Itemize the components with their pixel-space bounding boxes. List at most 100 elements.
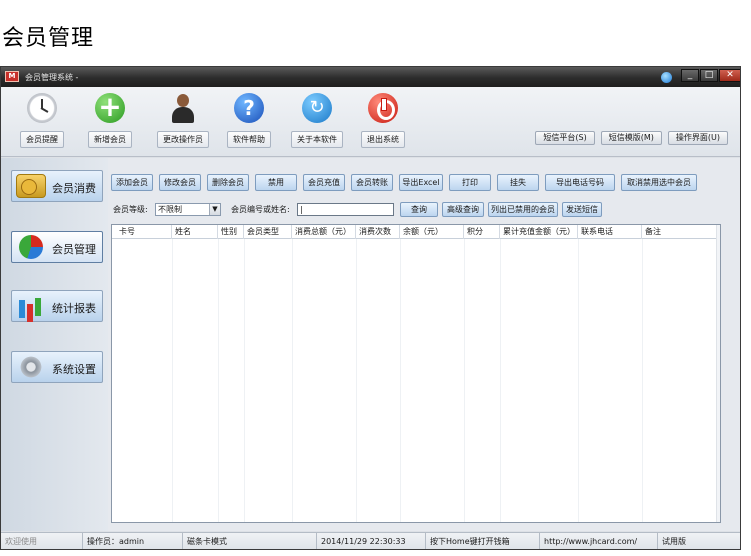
pie-chart-icon — [19, 235, 43, 259]
column-header[interactable]: 备注 — [642, 225, 716, 239]
window-title: 会员管理系统 - — [25, 73, 79, 82]
page-heading: 会员管理 — [2, 26, 95, 51]
column-divider — [244, 239, 245, 522]
column-header[interactable]: 会员类型 — [244, 225, 292, 239]
column-divider — [218, 239, 219, 522]
edit-member-button[interactable]: 修改会员 — [159, 174, 201, 191]
main-panel: 添加会员 修改会员 删除会员 禁用 会员充值 会员转账 导出Excel 打印 挂… — [108, 158, 740, 531]
column-header[interactable]: 联系电话 — [578, 225, 642, 239]
disable-button[interactable]: 禁用 — [255, 174, 297, 191]
gear-icon — [19, 355, 43, 379]
operation-ui-button[interactable]: 操作界面(U) — [667, 131, 728, 145]
enable-selected-button[interactable]: 取消禁用选中会员 — [621, 174, 697, 191]
status-card-mode: 磁条卡模式 — [183, 533, 317, 549]
status-url[interactable]: http://www.jhcard.com/ — [540, 533, 658, 549]
title-bar[interactable]: M 会员管理系统 - _ □ ✕ — [1, 67, 740, 87]
status-operator: 操作员：admin — [83, 533, 183, 549]
toolbar-label: 关于本软件 — [291, 131, 343, 148]
advanced-query-button[interactable]: 高级查询 — [442, 202, 484, 217]
window-controls: _ □ ✕ — [681, 69, 740, 82]
close-button[interactable]: ✕ — [719, 69, 740, 82]
vertical-scrollbar[interactable] — [716, 225, 720, 522]
table-header: 卡号 姓名 性别 会员类型 消费总额（元） 消费次数 余额（元） 积分 累计充值… — [112, 225, 720, 239]
chevron-down-icon[interactable]: ▼ — [209, 204, 220, 215]
app-logo-icon: M — [5, 71, 19, 82]
toolbar-label: 软件帮助 — [227, 131, 271, 148]
member-recharge-button[interactable]: 会员充值 — [303, 174, 345, 191]
sidebar-item-label: 会员管理 — [52, 243, 96, 256]
member-level-value: 不限制 — [158, 205, 182, 214]
status-bar: 欢迎使用 操作员：admin 磁条卡模式 2014/11/29 22:30:33… — [1, 532, 740, 549]
toolbar-label: 新增会员 — [88, 131, 132, 148]
status-datetime: 2014/11/29 22:30:33 — [317, 533, 426, 549]
search-label: 会员编号或姓名: — [231, 205, 290, 214]
power-icon — [368, 93, 398, 123]
column-header[interactable]: 余额（元） — [400, 225, 464, 239]
clock-icon — [27, 93, 57, 123]
sidebar-item-member-consume[interactable]: 会员消费 — [11, 170, 103, 202]
column-divider — [642, 239, 643, 522]
status-edition: 试用版 — [662, 537, 686, 546]
column-divider — [292, 239, 293, 522]
column-header[interactable]: 性别 — [218, 225, 244, 239]
column-divider — [356, 239, 357, 522]
sidebar-item-label: 系统设置 — [52, 363, 96, 376]
toolbar-label: 会员提醒 — [20, 131, 64, 148]
change-operator-button[interactable]: 更改操作员 — [151, 93, 215, 153]
column-divider — [464, 239, 465, 522]
export-excel-button[interactable]: 导出Excel — [399, 174, 443, 191]
main-toolbar: 会员提醒 新增会员 更改操作员 软件帮助 关于本软件 退出系统 短信平台(S) … — [1, 87, 740, 157]
add-member-button[interactable]: 新增会员 — [78, 90, 142, 153]
column-header[interactable]: 积分 — [464, 225, 500, 239]
money-icon — [16, 174, 46, 198]
app-window: M 会员管理系统 - _ □ ✕ 会员提醒 新增会员 更改操作员 软件帮助 关于… — [0, 66, 741, 550]
query-button[interactable]: 查询 — [400, 202, 438, 217]
member-transfer-button[interactable]: 会员转账 — [351, 174, 393, 191]
maximize-button[interactable]: □ — [700, 69, 718, 82]
refresh-icon — [302, 93, 332, 123]
toolbar-label: 退出系统 — [361, 131, 405, 148]
sidebar-item-statistics[interactable]: 统计报表 — [11, 290, 103, 322]
column-divider — [578, 239, 579, 522]
sms-platform-button[interactable]: 短信平台(S) — [535, 131, 595, 145]
list-disabled-button[interactable]: 列出已禁用的会员 — [488, 202, 558, 217]
sms-template-button[interactable]: 短信模版(M) — [600, 131, 662, 145]
member-level-select[interactable]: 不限制 ▼ — [155, 203, 221, 216]
toolbar-label: 更改操作员 — [157, 131, 209, 148]
report-loss-button[interactable]: 挂失 — [497, 174, 539, 191]
help-icon — [234, 93, 264, 123]
action-bar: 添加会员 修改会员 删除会员 禁用 会员充值 会员转账 导出Excel 打印 挂… — [111, 174, 731, 191]
delete-member-button[interactable]: 删除会员 — [207, 174, 249, 191]
minimize-button[interactable]: _ — [681, 69, 699, 82]
member-table[interactable]: 卡号 姓名 性别 会员类型 消费总额（元） 消费次数 余额（元） 积分 累计充值… — [111, 224, 721, 523]
column-header[interactable]: 卡号 — [116, 225, 172, 239]
search-input[interactable]: | — [297, 203, 394, 216]
column-divider — [172, 239, 173, 522]
sidebar: 会员消费 会员管理 统计报表 系统设置 — [1, 158, 108, 531]
sidebar-item-settings[interactable]: 系统设置 — [11, 351, 103, 383]
sidebar-item-member-management[interactable]: 会员管理 — [11, 231, 103, 263]
skin-gem-icon[interactable] — [661, 72, 672, 83]
member-reminder-button[interactable]: 会员提醒 — [10, 93, 74, 153]
status-hint: 按下Home键打开钱箱 — [426, 533, 540, 549]
level-label: 会员等级: — [113, 205, 148, 214]
send-sms-button[interactable]: 发送短信 — [562, 202, 602, 217]
sidebar-item-label: 统计报表 — [52, 302, 96, 315]
exit-system-button[interactable]: 退出系统 — [351, 93, 415, 153]
column-divider — [500, 239, 501, 522]
add-member-action-button[interactable]: 添加会员 — [111, 174, 153, 191]
column-header[interactable]: 消费次数 — [356, 225, 400, 239]
plus-icon — [95, 90, 125, 124]
print-button[interactable]: 打印 — [449, 174, 491, 191]
column-header[interactable]: 姓名 — [172, 225, 218, 239]
column-header[interactable]: 消费总额（元） — [292, 225, 356, 239]
sidebar-item-label: 会员消费 — [52, 182, 96, 195]
export-phone-button[interactable]: 导出电话号码 — [545, 174, 615, 191]
person-icon — [168, 93, 198, 123]
bar-chart-icon — [16, 294, 46, 318]
column-header[interactable]: 累计充值金额（元） — [500, 225, 578, 239]
column-divider — [400, 239, 401, 522]
status-welcome: 欢迎使用 — [1, 533, 83, 549]
software-help-button[interactable]: 软件帮助 — [217, 93, 281, 153]
about-button[interactable]: 关于本软件 — [285, 93, 349, 153]
